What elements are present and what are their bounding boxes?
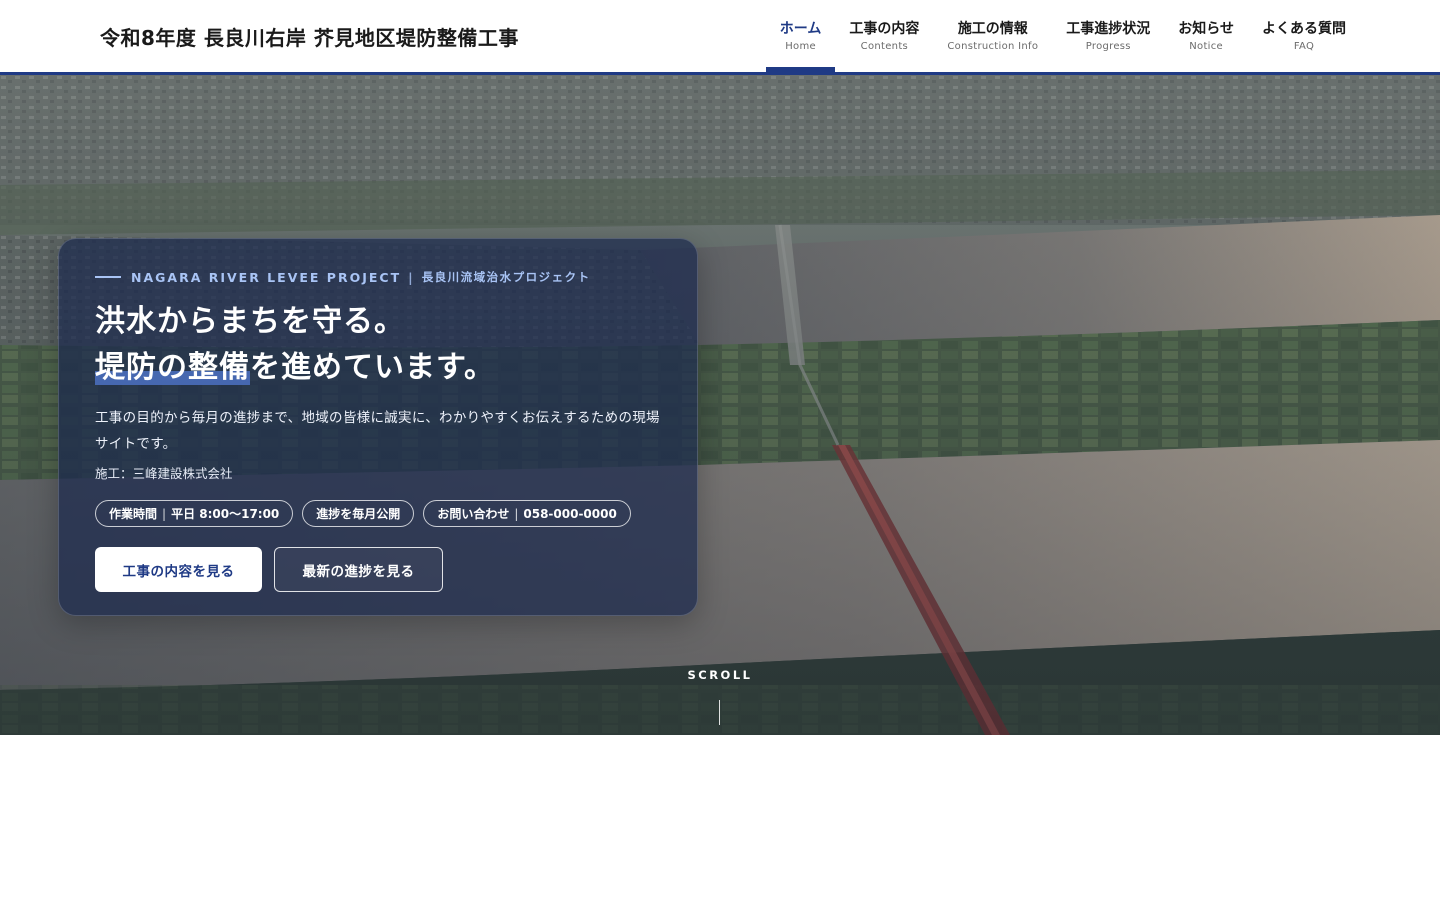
scroll-indicator-label[interactable]: SCROLL (670, 668, 770, 682)
nav-label-jp: よくある質問 (1262, 21, 1346, 37)
hero-description: 工事の目的から毎月の進捗まで、地域の皆様に誠実に、わかりやすくお伝えするための現… (95, 410, 660, 452)
pill-value: 058-000-0000 (523, 506, 617, 521)
pill-monthly-progress: 進捗を毎月公開 (302, 500, 415, 527)
view-progress-button[interactable]: 最新の進捗を見る (274, 547, 443, 592)
nav-label-jp: 工事の内容 (849, 21, 920, 37)
nav-label-en: Contents (860, 41, 909, 52)
nav-label-jp: 工事進捗状況 (1066, 21, 1151, 37)
hero-buttons: 工事の内容を見る 最新の進捗を見る (95, 547, 661, 592)
hero-card: NAGARA RIVER LEVEE PROJECT | 長良川流域治水プロジェ… (58, 238, 698, 616)
pill-value: 平日 8:00〜17:00 (171, 507, 280, 521)
global-nav: ホーム Home 工事の内容 Contents 施工の情報 Constructi… (765, 0, 1360, 72)
site-title[interactable]: 令和8年度 長良川右岸 芥見地区堤防整備工事 (100, 22, 519, 51)
nav-item-progress[interactable]: 工事進捗状況 Progress (1052, 0, 1164, 72)
headline-line-1: 洪水からまちを守る。 (95, 304, 405, 339)
pill-label: 作業時間 (109, 507, 158, 521)
nav-item-faq[interactable]: よくある質問 FAQ (1248, 0, 1360, 72)
nav-item-notice[interactable]: お知らせ Notice (1164, 0, 1248, 72)
eyebrow-separator: | (408, 269, 415, 285)
eyebrow-en: NAGARA RIVER LEVEE PROJECT (131, 269, 402, 285)
hero-section: NAGARA RIVER LEVEE PROJECT | 長良川流域治水プロジェ… (0, 75, 1440, 735)
pill-label: 進捗を毎月公開 (316, 507, 401, 521)
nav-label-en: Home (785, 41, 816, 52)
scroll-indicator-line (719, 700, 720, 725)
nav-label-jp: お知らせ (1178, 21, 1234, 37)
nav-label-en: Construction Info (947, 41, 1039, 52)
nav-label-jp: 施工の情報 (957, 21, 1028, 37)
nav-item-construction-info[interactable]: 施工の情報 Construction Info (933, 0, 1052, 72)
site-header: 令和8年度 長良川右岸 芥見地区堤防整備工事 ホーム Home 工事の内容 Co… (0, 0, 1440, 75)
nav-item-home[interactable]: ホーム Home (765, 0, 836, 72)
pill-contact[interactable]: お問い合わせ | 058-000-0000 (423, 500, 631, 527)
pill-separator: | (162, 506, 167, 521)
eyebrow-rule (95, 276, 121, 278)
hero-builder: 施工：三峰建設株式会社 (95, 466, 233, 481)
nav-label-en: Notice (1189, 41, 1223, 52)
pill-separator: | (514, 506, 519, 521)
eyebrow-jp: 長良川流域治水プロジェクト (421, 270, 591, 284)
hero-headline: 洪水からまちを守る。 堤防の整備を進めています。 (95, 299, 661, 391)
nav-label-en: Progress (1085, 41, 1131, 52)
hero-eyebrow: NAGARA RIVER LEVEE PROJECT | 長良川流域治水プロジェ… (95, 269, 661, 285)
view-contents-button[interactable]: 工事の内容を見る (95, 547, 262, 592)
headline-line-2-rest: を進めています。 (250, 350, 495, 385)
hero-info-pills: 作業時間 | 平日 8:00〜17:00 進捗を毎月公開 お問い合わせ | 05… (95, 500, 661, 527)
pill-label: お問い合わせ (437, 507, 510, 521)
nav-label-en: FAQ (1293, 41, 1315, 52)
pill-working-hours: 作業時間 | 平日 8:00〜17:00 (95, 500, 294, 527)
headline-highlight: 堤防の整備 (95, 350, 250, 385)
nav-item-contents[interactable]: 工事の内容 Contents (835, 0, 933, 72)
nav-label-jp: ホーム (779, 21, 822, 37)
